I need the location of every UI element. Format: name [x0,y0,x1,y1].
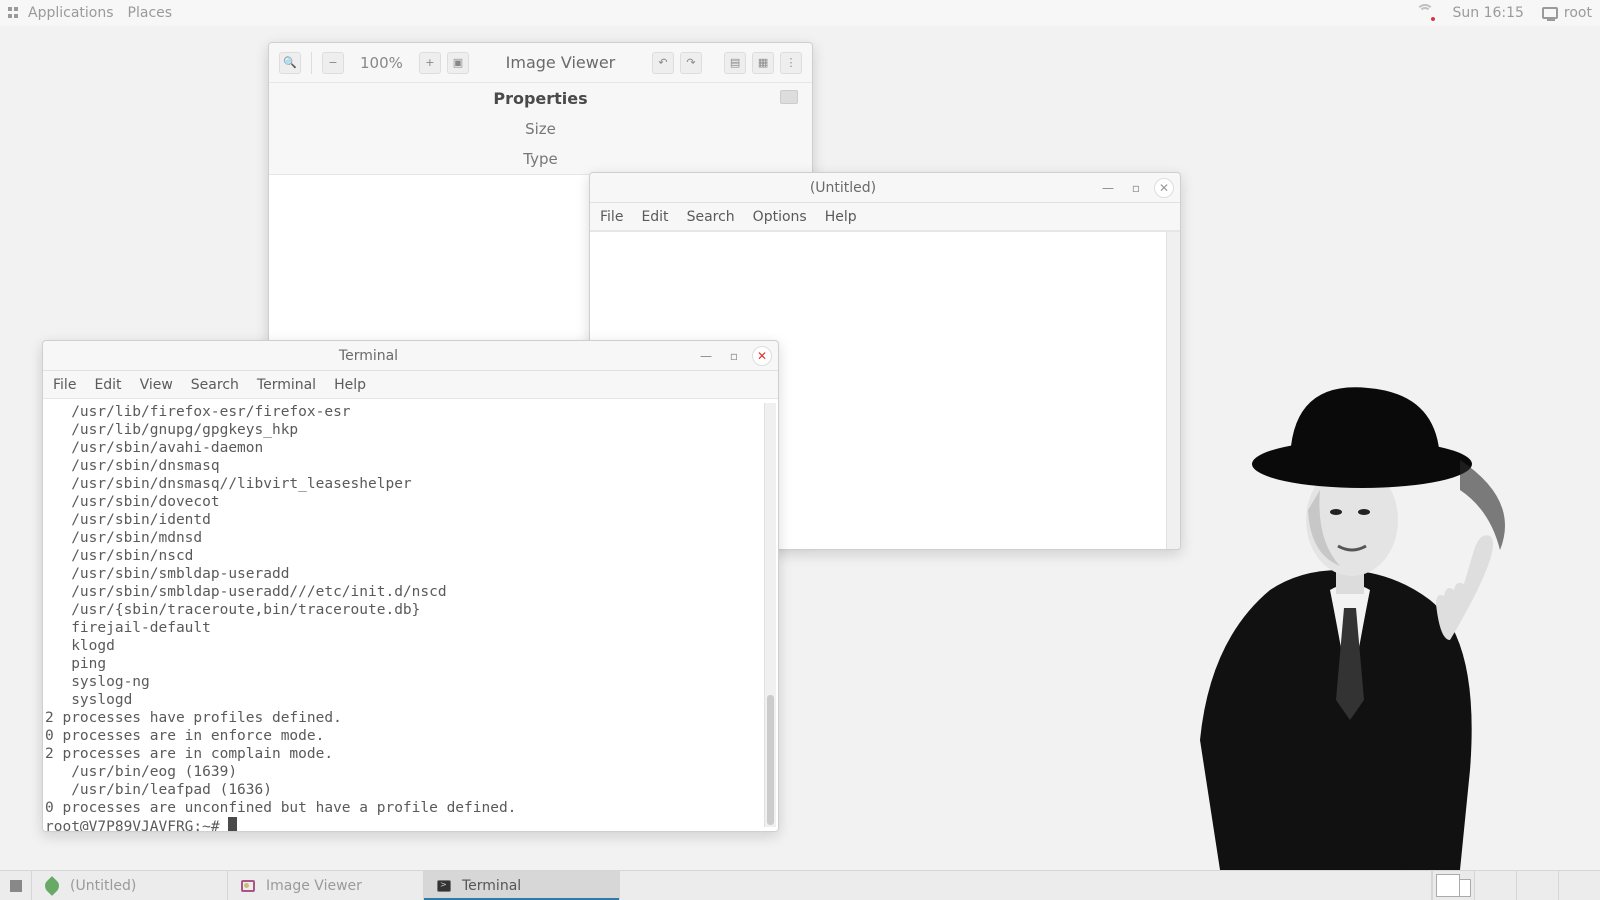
editor-titlebar[interactable]: (Untitled) — ▫ ✕ [590,173,1180,203]
places-menu[interactable]: Places [128,5,173,21]
properties-icon[interactable]: ▦ [752,52,774,74]
task-label: (Untitled) [70,878,136,894]
minimize-button[interactable]: — [1098,178,1118,198]
rotate-left-icon[interactable]: ↶ [652,52,674,74]
minimize-button[interactable]: — [696,346,716,366]
rotate-right-icon[interactable]: ↷ [680,52,702,74]
network-status-icon[interactable] [1416,6,1434,20]
terminal-titlebar[interactable]: Terminal — ▫ ✕ [43,341,778,371]
zoom-original-icon[interactable]: ▣ [447,52,469,74]
terminal-menubar: File Edit View Search Terminal Help [43,371,778,399]
clock[interactable]: Sun 16:15 [1452,5,1523,21]
task-image[interactable]: Image Viewer [228,871,424,900]
properties-panel: Properties Size Type [269,83,812,174]
zoom-in-icon[interactable]: + [419,52,441,74]
task-label: Terminal [462,878,521,894]
close-button[interactable]: ✕ [752,346,772,366]
prop-size-label: Size [283,120,798,138]
workspace-3[interactable] [1516,871,1558,900]
editor-title: (Untitled) [596,180,1090,196]
menu-file[interactable]: File [600,209,623,225]
menu-terminal[interactable]: Terminal [257,377,316,393]
menu-search[interactable]: Search [687,209,735,225]
task-terminal[interactable]: Terminal [424,871,620,900]
task-label: Image Viewer [266,878,362,894]
menu-help[interactable]: Help [334,377,366,393]
zoom-out-icon[interactable]: − [322,52,344,74]
wallpaper-portrait [1140,340,1560,870]
maximize-button[interactable]: ▫ [724,346,744,366]
close-button[interactable]: ✕ [1154,178,1174,198]
taskbar-spacer [620,871,1431,900]
monitor-icon [1542,7,1558,19]
menu-edit[interactable]: Edit [94,377,121,393]
menu-icon[interactable]: ⋮ [780,52,802,74]
image-viewer-title: Image Viewer [506,53,616,72]
properties-collapse-icon[interactable] [780,90,798,104]
workspace-4[interactable] [1558,871,1600,900]
terminal-output[interactable]: /usr/lib/firefox-esr/firefox-esr /usr/li… [43,399,778,831]
panel-grip-icon [8,7,20,19]
zoom-level: 100% [360,54,403,72]
leaf-icon [44,878,60,894]
menu-options[interactable]: Options [753,209,807,225]
maximize-button[interactable]: ▫ [1126,178,1146,198]
zoom-fit-icon[interactable]: 🔍 [279,52,301,74]
task-leaf[interactable]: (Untitled) [32,871,228,900]
editor-scrollbar[interactable] [1166,232,1180,549]
terminal-scrollbar[interactable] [764,403,776,827]
user-label: root [1564,5,1592,21]
applications-menu[interactable]: Applications [28,5,114,21]
menu-search[interactable]: Search [191,377,239,393]
terminal-window[interactable]: Terminal — ▫ ✕ File Edit View Search Ter… [42,340,779,832]
menu-file[interactable]: File [53,377,76,393]
gallery-icon[interactable]: ▤ [724,52,746,74]
menu-edit[interactable]: Edit [641,209,668,225]
workspace-2[interactable] [1474,871,1516,900]
prop-type-label: Type [283,150,798,168]
image-viewer-toolbar: 🔍 − 100% + ▣ Image Viewer ↶ ↷ ▤ ▦ ⋮ [269,43,812,83]
workspace-switcher[interactable] [1431,871,1600,900]
terminal-title: Terminal [49,348,688,364]
menu-view[interactable]: View [140,377,173,393]
properties-header: Properties [458,89,623,108]
user-menu[interactable]: root [1542,5,1592,21]
editor-menubar: File Edit Search Options Help [590,203,1180,231]
terminal-icon [436,878,452,894]
image-icon [240,878,256,894]
menu-help[interactable]: Help [825,209,857,225]
top-panel: Applications Places Sun 16:15 root [0,0,1600,26]
workspace-1[interactable] [1432,871,1474,900]
show-desktop-button[interactable] [0,871,32,900]
taskbar: (Untitled) Image Viewer Terminal [0,870,1600,900]
terminal-cursor [228,817,237,831]
